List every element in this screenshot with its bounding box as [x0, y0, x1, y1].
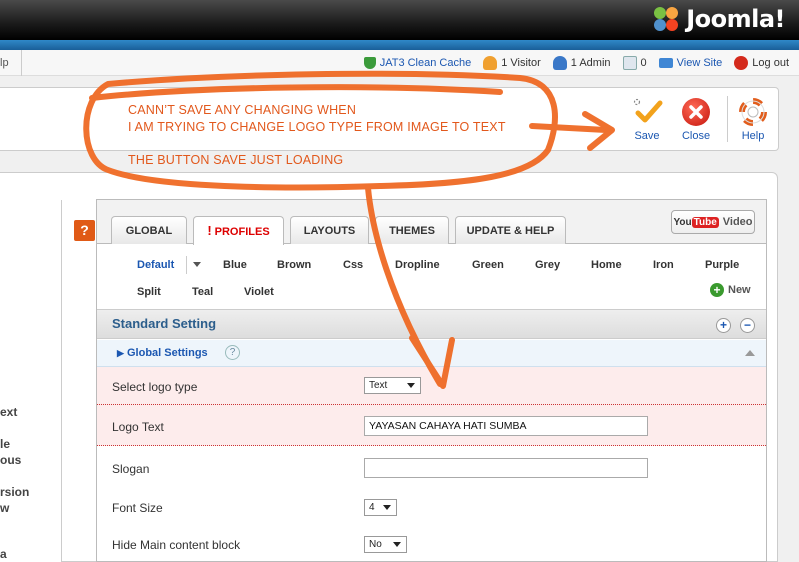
tab-themes[interactable]: THEMES [375, 216, 449, 244]
collapse-arrow-icon[interactable] [745, 350, 755, 356]
field-label: Select logo type [112, 380, 198, 394]
toolbar: Save Close Help [0, 87, 779, 151]
tab-global[interactable]: GLOBAL [111, 216, 187, 244]
profile-grey[interactable]: Grey [535, 259, 560, 271]
tab-profiles[interactable]: ! PROFILES [193, 216, 284, 245]
logout-link[interactable]: Log out [734, 56, 789, 70]
caret-right-icon: ▶ [117, 348, 124, 358]
joomla-logo-icon [652, 5, 680, 33]
plus-icon: + [710, 283, 724, 297]
logo-text-input[interactable]: YAYASAN CAHAYA HATI SUMBA [364, 416, 648, 436]
hide-main-content-select[interactable]: No [364, 536, 407, 553]
message-count[interactable]: 0 [622, 56, 647, 70]
font-size-select[interactable]: 4 [364, 499, 397, 516]
logo-type-select[interactable]: Text [364, 377, 421, 394]
cache-icon [363, 57, 376, 69]
visitor-count: 1 Visitor [483, 56, 541, 70]
group-title[interactable]: ▶ Global Settings [117, 347, 208, 359]
status-bar: lp JAT3 Clean Cache 1 Visitor 1 Admin 0 … [0, 50, 799, 76]
annotation-line-1: CANN’T SAVE ANY CHANGING WHEN [128, 103, 357, 117]
profile-teal[interactable]: Teal [192, 286, 213, 298]
profile-css[interactable]: Css [343, 259, 363, 271]
left-col-text: le [0, 437, 11, 451]
slogan-input[interactable] [364, 458, 648, 478]
left-col-text: a [0, 547, 7, 561]
help-badge[interactable]: ? [74, 220, 95, 241]
help-button[interactable]: Help [730, 98, 776, 142]
profile-dropdown-arrow[interactable] [186, 256, 206, 274]
left-col-text: ous [0, 453, 22, 467]
message-icon [622, 56, 637, 70]
save-button[interactable]: Save [624, 98, 670, 142]
profile-brown[interactable]: Brown [277, 259, 311, 271]
collapse-all-button[interactable]: − [740, 318, 755, 333]
logout-icon [734, 56, 749, 70]
lifebuoy-icon [739, 98, 767, 126]
header-strip [0, 40, 799, 50]
tab-layouts[interactable]: LAYOUTS [290, 216, 369, 244]
toolbar-separator [727, 96, 728, 142]
warning-icon: ! [207, 223, 212, 238]
profile-purple[interactable]: Purple [705, 259, 739, 271]
field-label: Hide Main content block [112, 538, 241, 552]
left-column: ext le ous rsion w a [0, 200, 62, 562]
visitor-icon [483, 56, 498, 70]
profile-split[interactable]: Split [137, 286, 161, 298]
view-site-link[interactable]: View Site [658, 57, 722, 69]
video-button[interactable]: You Tube Video [671, 210, 755, 234]
left-col-text: rsion [0, 485, 30, 499]
profile-blue[interactable]: Blue [223, 259, 247, 271]
annotation-line-2: I AM TRYING TO CHANGE LOGO TYPE FROM IMA… [128, 120, 506, 134]
profile-violet[interactable]: Violet [244, 286, 274, 298]
view-site-icon [658, 58, 673, 68]
clean-cache-link[interactable]: JAT3 Clean Cache [363, 57, 471, 69]
profile-iron[interactable]: Iron [653, 259, 674, 271]
admin-icon [552, 56, 567, 70]
save-icon [633, 98, 663, 126]
field-label: Font Size [112, 501, 163, 515]
field-label: Slogan [112, 462, 150, 476]
left-col-text: ext [0, 405, 18, 419]
expand-all-button[interactable]: + [716, 318, 731, 333]
new-profile-button[interactable]: + New [710, 283, 751, 297]
admin-count: 1 Admin [552, 56, 611, 70]
profile-home[interactable]: Home [591, 259, 622, 271]
annotation-line-3: THE BUTTON SAVE JUST LOADING [128, 153, 344, 167]
close-icon [682, 98, 710, 126]
field-label: Logo Text [112, 420, 164, 434]
youtube-icon: You Tube [673, 216, 719, 228]
profile-dropline[interactable]: Dropline [395, 259, 440, 271]
profile-default[interactable]: Default [137, 259, 174, 271]
group-help-icon[interactable]: ? [225, 345, 240, 360]
close-button[interactable]: Close [673, 98, 719, 142]
menu-tab-help[interactable]: lp [0, 50, 22, 76]
left-col-text: w [0, 501, 10, 515]
joomla-logo: Joomla! [652, 4, 785, 34]
tab-update-help[interactable]: UPDATE & HELP [455, 216, 566, 244]
brand-text: Joomla! [686, 5, 785, 33]
section-title: Standard Setting [112, 316, 217, 331]
profile-green[interactable]: Green [472, 259, 504, 271]
